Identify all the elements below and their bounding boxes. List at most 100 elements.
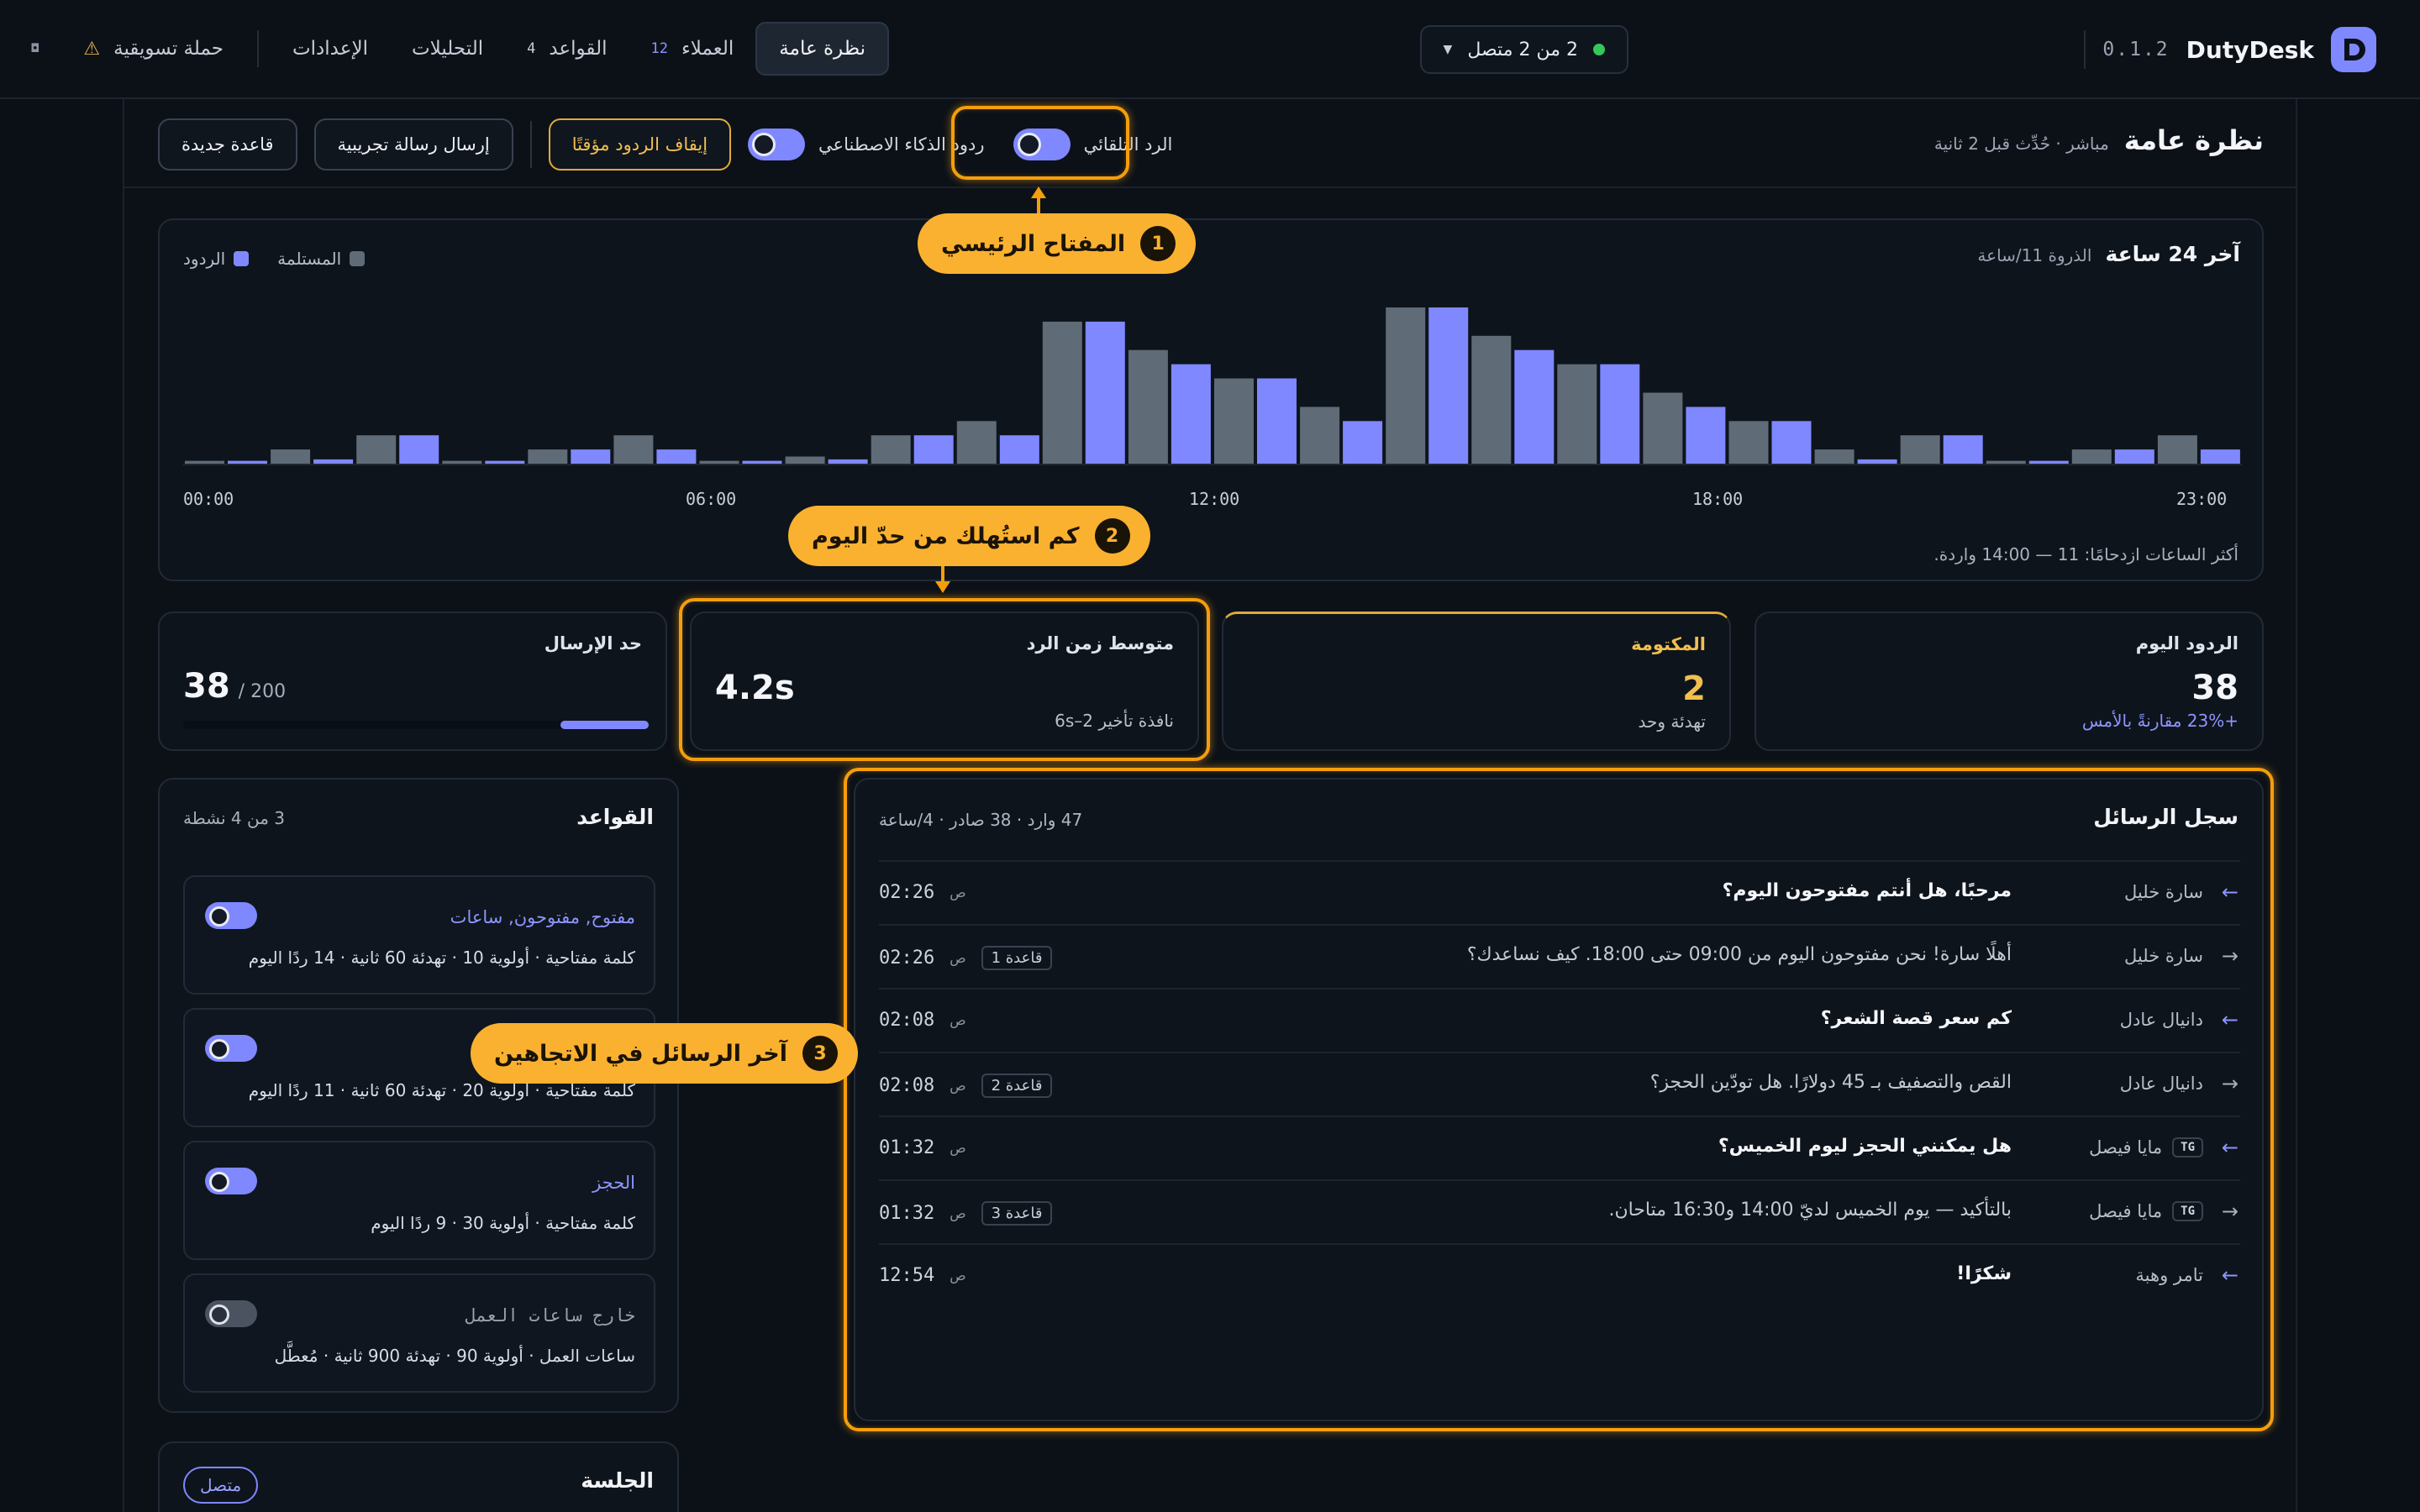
bar-received-03 <box>442 460 482 464</box>
nav-overview[interactable]: نظرة عامة <box>755 22 889 76</box>
bar-replies-02 <box>399 435 439 464</box>
rule-name: خارج ساعات العمل <box>465 1305 635 1326</box>
x-tick-label: 12:00 <box>1189 489 1240 509</box>
connection-selector[interactable]: 2 من 2 متصل ▼ <box>1419 25 1628 74</box>
stat-send-limit: حد الإرسال 38 / 200 <box>158 612 667 751</box>
divider <box>2084 30 2086 69</box>
legend-replies: الردود <box>183 249 250 269</box>
bar-received-04 <box>528 449 568 464</box>
limit-progress-bar <box>183 721 649 729</box>
stat-label: المكتومة <box>1631 634 1706 654</box>
callout-1: 1 المفتاح الرئيسي <box>918 213 1197 274</box>
rule-meta: ساعات العمل · أولوية 90 · تهدئة 900 ثاني… <box>274 1346 635 1366</box>
page-title: نظرة عامة <box>2123 124 2264 156</box>
bar-received-05 <box>613 435 654 464</box>
pause-replies-button[interactable]: إيقاف الردود مؤقتًا <box>548 118 732 171</box>
bar-received-14 <box>1386 307 1426 464</box>
rule-name: الحجز <box>592 1173 635 1193</box>
bar-received-11 <box>1128 349 1168 464</box>
rule-item[interactable]: مفتوح, مفتوحون, ساعات كلمة مفتاحية · أول… <box>183 875 655 995</box>
limit-used: 38 <box>183 667 230 706</box>
nav-analytics-label: التحليلات <box>411 38 484 60</box>
legend-received: المستلمة <box>277 249 366 269</box>
bar-received-23 <box>2157 435 2197 464</box>
ai-replies-toggle[interactable]: ردود الذكاء الاصطناعي <box>748 129 985 160</box>
dutydesk-logo-icon <box>2331 27 2376 72</box>
nav-rules[interactable]: القواعد 4 <box>505 22 629 76</box>
rule-meta: كلمة مفتاحية · أولوية 30 · 9 ردًا اليوم <box>371 1213 635 1233</box>
highlight-frame <box>844 768 2274 1431</box>
nav-campaign[interactable]: حملة تسويقية ⚠ <box>61 22 245 76</box>
nav-customers-label: العملاء <box>681 38 734 60</box>
session-status-badge: متصل <box>183 1467 259 1504</box>
page-heading: نظرة عامة مباشر · حُدِّث قبل 2 ثانية <box>1934 124 2264 156</box>
bar-chart <box>183 307 2242 465</box>
rules-subtitle: 3 من 4 نشطة <box>183 808 286 828</box>
bar-replies-16 <box>1600 364 1640 464</box>
bar-received-09 <box>956 421 997 464</box>
callout-3: 3 آخر الرسائل في الاتجاهين <box>471 1023 858 1084</box>
rule-meta: كلمة مفتاحية · أولوية 10 · تهدئة 60 ثاني… <box>248 948 635 968</box>
top-bar: DutyDesk 0.1.2 2 من 2 متصل ▼ نظرة عامة ا… <box>0 0 2420 99</box>
bar-replies-08 <box>913 435 954 464</box>
nav-more[interactable]: ◘ <box>8 22 61 76</box>
bar-received-06 <box>699 460 739 464</box>
chart-heading: آخر 24 ساعة الذروة 11/ساعة <box>1977 242 2240 266</box>
stat-value: 38 <box>2191 669 2238 707</box>
bar-replies-23 <box>2200 449 2240 464</box>
nav-settings[interactable]: الإعدادات <box>271 22 390 76</box>
x-tick-label: 06:00 <box>686 489 737 509</box>
main-nav: نظرة عامة العملاء 12 القواعد 4 التحليلات ا… <box>8 22 889 76</box>
chart-legend: المستلمة الردود <box>183 249 366 269</box>
bar-replies-03 <box>485 460 525 464</box>
new-rule-button[interactable]: قاعدة جديدة <box>158 118 297 171</box>
bar-replies-15 <box>1514 349 1555 464</box>
callout-2: 2 كم استُهلك من حدّ اليوم <box>788 506 1150 566</box>
bar-replies-00 <box>228 460 267 464</box>
callout-arrow-icon <box>935 581 950 593</box>
rule-toggle[interactable] <box>205 1300 257 1327</box>
page-subtitle: مباشر · حُدِّث قبل 2 ثانية <box>1933 134 2109 154</box>
ai-replies-switch[interactable] <box>748 129 806 160</box>
brand[interactable]: DutyDesk 0.1.2 <box>2084 25 2376 74</box>
x-tick-label: 18:00 <box>1692 489 1744 509</box>
nav-settings-label: الإعدادات <box>292 38 368 60</box>
bar-received-02 <box>356 435 397 464</box>
limit-max: / 200 <box>238 681 287 702</box>
stat-label: الردود اليوم <box>2135 633 2238 654</box>
send-test-message-button[interactable]: إرسال رسالة تجريبية <box>313 118 513 171</box>
nav-overview-label: نظرة عامة <box>779 38 865 60</box>
peak-note: أكثر الساعات ازدحامًا: 11 — 14:00 واردة. <box>1933 544 2238 564</box>
main-panel: نظرة عامة مباشر · حُدِّث قبل 2 ثانية الر… <box>123 99 2297 1512</box>
stat-value: 2 <box>1682 669 1706 708</box>
bar-replies-22 <box>2114 449 2154 464</box>
bar-replies-21 <box>2028 460 2069 464</box>
bar-received-00 <box>185 460 224 464</box>
bar-received-01 <box>271 449 311 464</box>
bar-replies-14 <box>1428 307 1469 464</box>
bar-replies-17 <box>1686 407 1726 464</box>
chart-title: آخر 24 ساعة <box>2105 242 2240 266</box>
warning-icon: ⚠ <box>83 38 101 60</box>
bar-replies-06 <box>742 460 782 464</box>
divider <box>257 30 259 67</box>
rule-toggle[interactable] <box>205 902 257 929</box>
stat-foot: تهدئة وحد <box>1638 711 1706 732</box>
rule-item[interactable]: الحجز كلمة مفتاحية · أولوية 30 · 9 ردًا … <box>183 1141 655 1260</box>
bar-replies-09 <box>999 435 1039 464</box>
bar-replies-13 <box>1343 421 1383 464</box>
nav-analytics[interactable]: التحليلات <box>390 22 505 76</box>
rule-toggle[interactable] <box>205 1168 257 1194</box>
nav-customers[interactable]: العملاء 12 <box>629 22 755 76</box>
rule-item[interactable]: خارج ساعات العمل ساعات العمل · أولوية 90… <box>183 1273 655 1393</box>
limit-value: 38 / 200 <box>183 667 286 706</box>
rules-count: 4 <box>527 40 536 57</box>
bar-replies-11 <box>1171 364 1211 464</box>
nav-rules-label: القواعد <box>549 38 608 60</box>
bar-replies-04 <box>571 449 611 464</box>
rules-title: القواعد <box>576 805 654 829</box>
status-dot-icon <box>1593 44 1605 55</box>
rule-toggle[interactable] <box>205 1035 257 1062</box>
nav-more-icon: ◘ <box>30 42 40 55</box>
app-name: DutyDesk <box>2186 35 2314 64</box>
